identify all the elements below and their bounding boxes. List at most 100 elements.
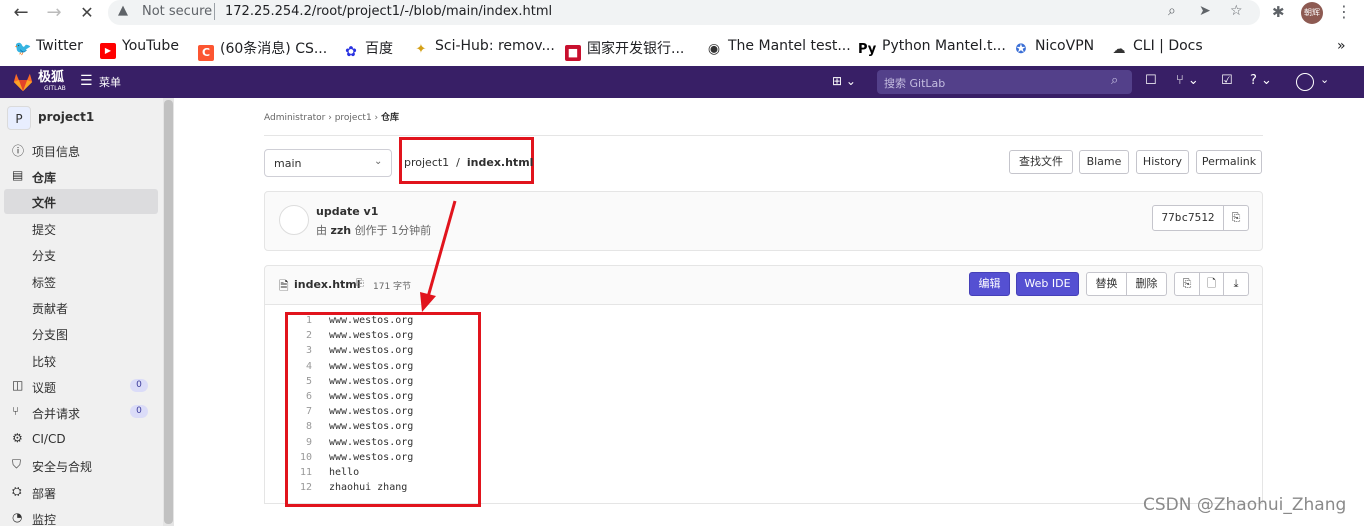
- find-file-button[interactable]: 查找文件: [1009, 150, 1073, 174]
- new-item-dropdown-icon[interactable]: ⊞ ⌄: [832, 74, 856, 88]
- count-badge: 0: [130, 379, 148, 392]
- hamburger-menu-icon[interactable]: ☰: [80, 73, 93, 89]
- replace-button[interactable]: 替换: [1086, 272, 1127, 296]
- open-raw-button[interactable]: 🗋: [1199, 272, 1224, 296]
- profile-avatar[interactable]: 朝辉: [1301, 2, 1323, 24]
- scihub-raven-icon: ✦: [415, 42, 427, 57]
- bookmark-label: 百度: [365, 41, 393, 57]
- sidebar-item-deployments[interactable]: ⛭ 部署: [0, 479, 160, 505]
- permalink-button[interactable]: Permalink: [1196, 150, 1262, 174]
- sidebar-item-label: 合并请求: [32, 407, 81, 421]
- branch-selector[interactable]: main ⌄: [264, 149, 392, 177]
- web-ide-button[interactable]: Web IDE: [1016, 272, 1079, 296]
- sidebar-subitem-compare[interactable]: 比较: [32, 353, 56, 370]
- breadcrumb-item-project[interactable]: project1: [335, 113, 372, 123]
- sidebar-subitem-graph[interactable]: 分支图: [32, 326, 68, 343]
- sidebar-subitem-contributors[interactable]: 贡献者: [32, 300, 68, 317]
- issues-icon: ◫: [12, 378, 24, 392]
- sidebar-item-merge-requests[interactable]: ⑂ 合并请求 0: [0, 399, 160, 425]
- history-button[interactable]: History: [1136, 150, 1189, 174]
- bookmark-cdb[interactable]: ■ 国家开发银行...: [565, 38, 684, 61]
- bookmark-csdn[interactable]: C (60条消息) CS...: [198, 38, 327, 61]
- bookmark-python-mantel[interactable]: Py Python Mantel.t...: [858, 38, 1006, 57]
- bookmark-twitter[interactable]: 🐦 Twitter: [14, 38, 83, 57]
- back-arrow-icon[interactable]: ←: [10, 2, 32, 24]
- copy-sha-button[interactable]: ⎘: [1223, 205, 1249, 231]
- brand-name[interactable]: 极狐: [38, 71, 64, 84]
- bookmark-mantel-test[interactable]: ◉ The Mantel test...: [706, 38, 851, 57]
- more-menu-icon[interactable]: ⋮: [1336, 2, 1352, 21]
- sidebar-item-repository[interactable]: ▤ 仓库: [0, 163, 160, 189]
- gitlab-fox-icon[interactable]: [12, 71, 34, 93]
- zoom-search-icon[interactable]: ⌕: [1168, 3, 1176, 19]
- issues-nav-icon[interactable]: ☐: [1145, 73, 1157, 88]
- copy-file-button[interactable]: ⎘: [1174, 272, 1200, 296]
- forward-arrow-icon[interactable]: →: [43, 2, 65, 24]
- delete-button[interactable]: 删除: [1126, 272, 1167, 296]
- watermark: CSDN @Zhaohui_Zhang: [1143, 495, 1347, 515]
- user-avatar[interactable]: [1296, 73, 1314, 91]
- project-avatar[interactable]: P: [7, 106, 31, 130]
- help-dropdown-icon[interactable]: ? ⌄: [1250, 73, 1272, 88]
- project-name[interactable]: project1: [38, 110, 94, 124]
- stop-loading-icon[interactable]: ✕: [76, 2, 98, 24]
- search-input[interactable]: 搜索 GitLab ⌕: [877, 70, 1132, 94]
- copy-path-icon[interactable]: ⎘: [356, 278, 364, 289]
- download-button[interactable]: ⤓: [1223, 272, 1249, 296]
- extensions-puzzle-icon[interactable]: ✱: [1272, 3, 1285, 21]
- sidebar-item-issues[interactable]: ◫ 议题 0: [0, 373, 160, 399]
- sidebar-subitem-files[interactable]: 文件: [32, 194, 56, 211]
- bookmark-nicovpn[interactable]: ✪ NicoVPN: [1013, 38, 1095, 57]
- sidebar-scrollbar-thumb[interactable]: [164, 100, 173, 524]
- sidebar-item-security[interactable]: ⛉ 安全与合规: [0, 452, 160, 478]
- sidebar-subitem-tags[interactable]: 标签: [32, 274, 56, 291]
- monitor-icon: ◔: [12, 510, 23, 524]
- commit-title[interactable]: update v1: [316, 205, 378, 218]
- edit-button[interactable]: 编辑: [969, 272, 1010, 296]
- address-bar[interactable]: ▲ Not secure 172.25.254.2/root/project1/…: [108, 0, 1260, 25]
- commit-author-link[interactable]: zzh: [331, 224, 352, 237]
- copy-icon: ⎘: [1182, 277, 1192, 290]
- menu-label[interactable]: 菜单: [99, 74, 121, 90]
- bookmark-scihub[interactable]: ✦ Sci-Hub: remov...: [413, 38, 555, 57]
- sidebar-subitem-commits[interactable]: 提交: [32, 221, 56, 238]
- path-project-link[interactable]: project1: [404, 156, 449, 169]
- breadcrumb-item-administrator[interactable]: Administrator: [264, 113, 325, 123]
- sidebar-subitem-branches[interactable]: 分支: [32, 247, 56, 264]
- bookmark-label: The Mantel test...: [728, 38, 851, 54]
- commit-author-avatar[interactable]: [279, 205, 309, 235]
- browser-toolbar: ← → ✕ ▲ Not secure 172.25.254.2/root/pro…: [0, 0, 1364, 26]
- sidebar-item-label: 安全与合规: [32, 460, 93, 474]
- url-text[interactable]: 172.25.254.2/root/project1/-/blob/main/i…: [225, 4, 552, 19]
- blame-button[interactable]: Blame: [1079, 150, 1129, 174]
- merge-request-icon: ⑂: [12, 404, 20, 418]
- sidebar-item-monitor[interactable]: ◔ 监控: [0, 505, 160, 531]
- sidebar-item-project-info[interactable]: ⓘ 项目信息: [0, 137, 160, 163]
- breadcrumb-item-repository[interactable]: 仓库: [381, 113, 399, 123]
- download-icon: ⤓: [1233, 277, 1239, 290]
- rocket-icon: ⚙: [12, 431, 23, 445]
- merge-requests-dropdown-icon[interactable]: ⑂ ⌄: [1176, 73, 1199, 88]
- sidebar-item-ci-cd[interactable]: ⚙ CI/CD: [0, 426, 160, 452]
- omnibox-divider: [214, 3, 215, 20]
- bookmark-baidu[interactable]: ✿ 百度: [343, 38, 393, 60]
- gitlab-top-bar: 极狐 GITLAB ☰ 菜单 ⊞ ⌄ 搜索 GitLab ⌕ ☐ ⑂ ⌄ ☑ ?…: [0, 66, 1364, 98]
- bookmark-youtube[interactable]: ▶ YouTube: [100, 38, 179, 59]
- csdn-c-icon: C: [198, 45, 214, 61]
- info-icon: ⓘ: [12, 144, 25, 158]
- todos-icon[interactable]: ☑: [1221, 73, 1233, 88]
- bookmark-label: Python Mantel.t...: [882, 38, 1006, 54]
- bookmark-cli-docs[interactable]: ☁ CLI | Docs: [1111, 38, 1203, 57]
- document-icon: ▤: [12, 168, 24, 182]
- commit-time: 创作于 1分钟前: [354, 224, 432, 237]
- search-icon: ⌕: [1111, 73, 1119, 88]
- bookmark-label: CLI | Docs: [1133, 38, 1203, 54]
- star-bookmark-icon[interactable]: ☆: [1230, 3, 1243, 19]
- cdb-logo-icon: ■: [565, 45, 581, 61]
- send-icon[interactable]: ➤: [1199, 3, 1211, 19]
- bookmarks-overflow-button[interactable]: »: [1337, 38, 1346, 54]
- commit-sha[interactable]: 77bc7512: [1152, 205, 1224, 231]
- sidebar-item-label: 仓库: [32, 171, 57, 185]
- chevron-down-icon[interactable]: ⌄: [1320, 73, 1329, 86]
- twitter-bird-icon: 🐦: [14, 41, 32, 57]
